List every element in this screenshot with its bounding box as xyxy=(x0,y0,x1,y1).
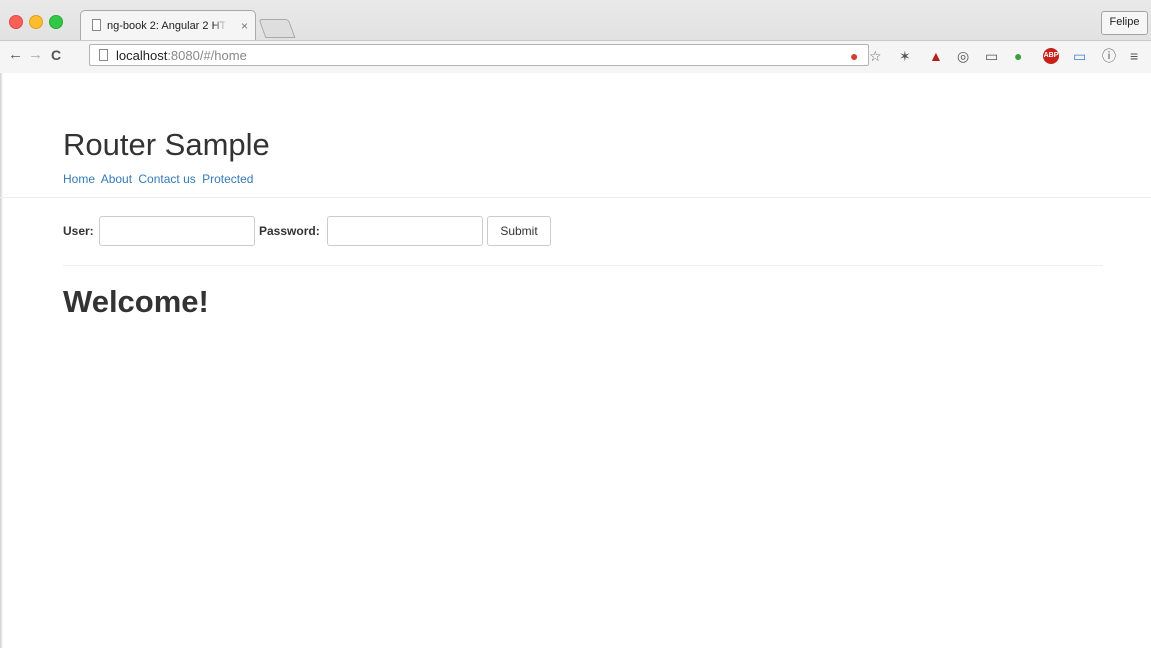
password-label: Password: xyxy=(259,224,320,238)
page-icon xyxy=(99,49,108,61)
browser-tab[interactable]: ng-book 2: Angular 2 HTTP × xyxy=(80,10,256,40)
back-arrow-icon[interactable]: ← xyxy=(8,46,23,63)
nav-link-home[interactable]: Home xyxy=(63,172,95,186)
header-divider xyxy=(0,197,1151,198)
password-input[interactable] xyxy=(327,216,483,246)
user-input[interactable] xyxy=(99,216,255,246)
window-maximize-button[interactable] xyxy=(49,15,63,29)
router-nav: Home About Contact us Protected xyxy=(63,172,256,186)
page-icon xyxy=(92,19,101,31)
forward-arrow-icon[interactable]: → xyxy=(28,46,43,63)
error-icon[interactable]: ● xyxy=(850,48,858,64)
evernote-icon[interactable]: ● xyxy=(1014,48,1022,64)
window-close-button[interactable] xyxy=(9,15,23,29)
adblock-icon[interactable]: ABP xyxy=(1043,48,1059,64)
nav-link-contact[interactable]: Contact us xyxy=(138,172,195,186)
window-icon[interactable]: ▭ xyxy=(1073,48,1086,64)
welcome-heading: Welcome! xyxy=(63,284,209,319)
submit-button[interactable]: Submit xyxy=(487,216,551,246)
tab-close-icon[interactable]: × xyxy=(241,19,248,33)
window-edge xyxy=(0,73,3,648)
content-divider xyxy=(63,265,1103,266)
url-host: localhost xyxy=(116,48,168,63)
sync-icon[interactable]: ◎ xyxy=(957,48,969,64)
user-label: User: xyxy=(63,224,94,238)
tab-title: ng-book 2: Angular 2 HTTP xyxy=(107,20,227,32)
url-text[interactable]: localhost:8080/#/home xyxy=(116,48,247,63)
browser-toolbar: ← → C localhost:8080/#/home ● ☆ ✶ ▲ ◎ ▭ ● ABP ▭ ⓘ… xyxy=(0,40,1151,73)
new-tab-button[interactable] xyxy=(258,19,296,38)
url-rest: :8080/#/home xyxy=(167,48,247,63)
reload-icon[interactable]: C xyxy=(51,47,61,63)
menu-icon[interactable]: ≡ xyxy=(1130,48,1138,64)
pin-icon[interactable]: ✶ xyxy=(899,48,911,64)
info-icon[interactable]: ⓘ xyxy=(1102,48,1116,64)
browser-chrome: ng-book 2: Angular 2 HTTP × Felipe ← → C… xyxy=(0,0,1151,73)
window-minimize-button[interactable] xyxy=(29,15,43,29)
pocket-chair-icon[interactable]: ▲ xyxy=(929,48,943,64)
address-bar[interactable]: localhost:8080/#/home xyxy=(89,44,869,66)
bookmark-star-icon[interactable]: ☆ xyxy=(869,48,882,64)
nav-link-about[interactable]: About xyxy=(101,172,132,186)
page-title: Router Sample xyxy=(63,127,270,162)
cast-icon[interactable]: ▭ xyxy=(985,48,998,64)
nav-link-protected[interactable]: Protected xyxy=(202,172,253,186)
profile-button[interactable]: Felipe xyxy=(1101,11,1148,35)
